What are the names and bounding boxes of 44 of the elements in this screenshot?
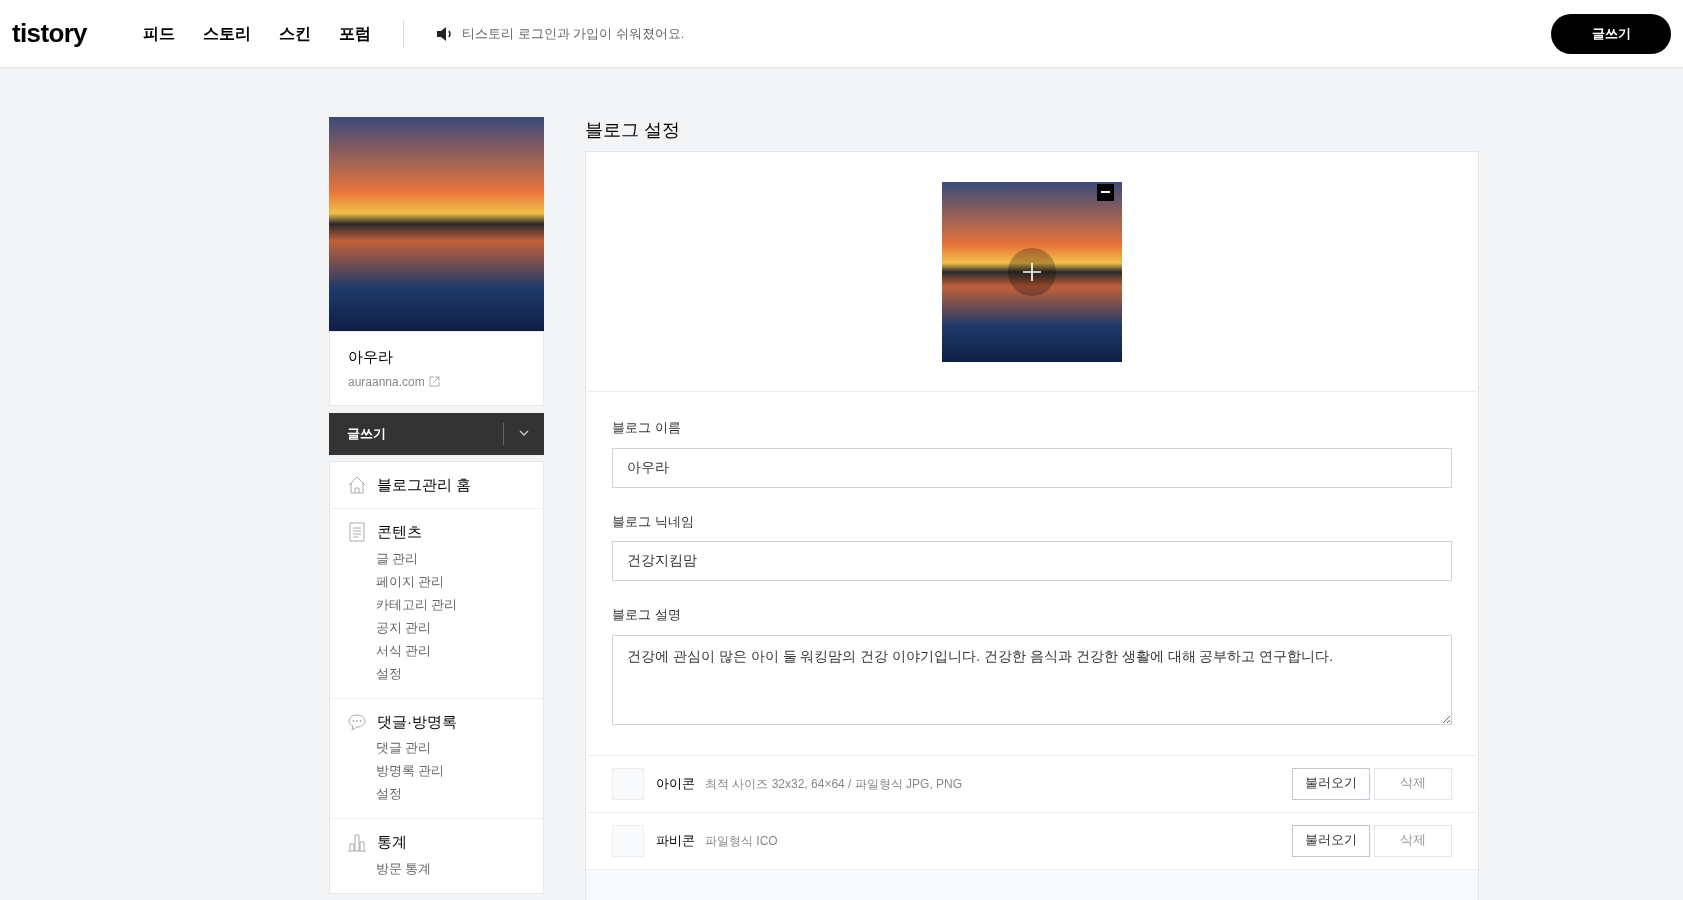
upload-hint: 최적 사이즈 32x32, 64×64 / 파일형식 JPG, PNG <box>705 775 963 793</box>
menu-section-link[interactable]: 블로그관리 홈 <box>377 473 472 496</box>
description-field[interactable]: 건강에 관심이 많은 아이 둘 워킹맘의 건강 이야기입니다. 건강한 음식과 건강한 생활에 대해 공부하고 연구합니다. <box>612 634 1452 725</box>
load-button[interactable]: 불러오기 <box>1292 824 1370 857</box>
bar-chart-icon <box>347 832 367 853</box>
blog-url-link[interactable]: auraanna.com <box>348 372 425 391</box>
menu-item-link[interactable]: 댓글 관리 <box>376 737 526 760</box>
input-field[interactable]: 아우라 <box>612 447 1452 488</box>
upload-label: 아이콘 <box>656 774 695 793</box>
menu-section-link[interactable]: 콘텐츠 <box>377 521 422 544</box>
menu-item-link[interactable]: 방명록 관리 <box>376 760 526 783</box>
write-button[interactable]: 글쓰기 <box>329 412 544 455</box>
nav-link[interactable]: 스토리 <box>202 21 251 46</box>
menu-item-link[interactable]: 서식 관리 <box>376 639 526 663</box>
menu-item-link[interactable]: 방문 통계 <box>376 857 526 881</box>
menu-section-link[interactable]: 통계 <box>377 831 407 854</box>
tistory-logo[interactable]: tistory <box>12 14 87 53</box>
menu-item-link[interactable]: 공지 관리 <box>376 616 526 640</box>
field-label: 블로그 닉네임 <box>612 512 695 531</box>
add-image-icon[interactable] <box>1007 246 1057 297</box>
menu-item-link[interactable]: 설정 <box>376 662 526 686</box>
menu-item-link[interactable]: 글 관리 <box>376 547 526 571</box>
menu-section-link[interactable]: 댓글·방명록 <box>377 710 457 733</box>
input-field[interactable]: 건강지킴맘 <box>612 541 1452 581</box>
field-label: 블로그 이름 <box>612 419 682 437</box>
write-button-label[interactable]: 글쓰기 <box>329 423 503 444</box>
load-button[interactable]: 불러오기 <box>1292 767 1370 800</box>
menu-item-link[interactable]: 카테고리 관리 <box>376 593 526 617</box>
nav-link[interactable]: 스킨 <box>278 21 311 46</box>
document-icon <box>347 522 367 543</box>
nav-link[interactable]: 포럼 <box>338 21 371 46</box>
speaker-icon <box>435 25 454 42</box>
upload-label: 파비콘 <box>656 831 695 850</box>
upload-hint: 파일형식 ICO <box>705 832 778 850</box>
menu-item-link[interactable]: 페이지 관리 <box>376 570 526 594</box>
page-title: 블로그 설정 <box>585 119 681 141</box>
menu-item-link[interactable]: 설정 <box>376 783 526 806</box>
blog-name: 아우라 <box>348 347 394 367</box>
write-button[interactable]: 글쓰기 <box>1551 13 1671 54</box>
nav-link[interactable]: 피드 <box>142 21 175 46</box>
speech-bubble-icon <box>347 711 367 732</box>
house-icon <box>347 474 367 495</box>
notice-text[interactable]: 티스토리 로그인과 가입이 쉬워졌어요. <box>461 23 685 44</box>
field-label: 블로그 설명 <box>612 606 682 624</box>
